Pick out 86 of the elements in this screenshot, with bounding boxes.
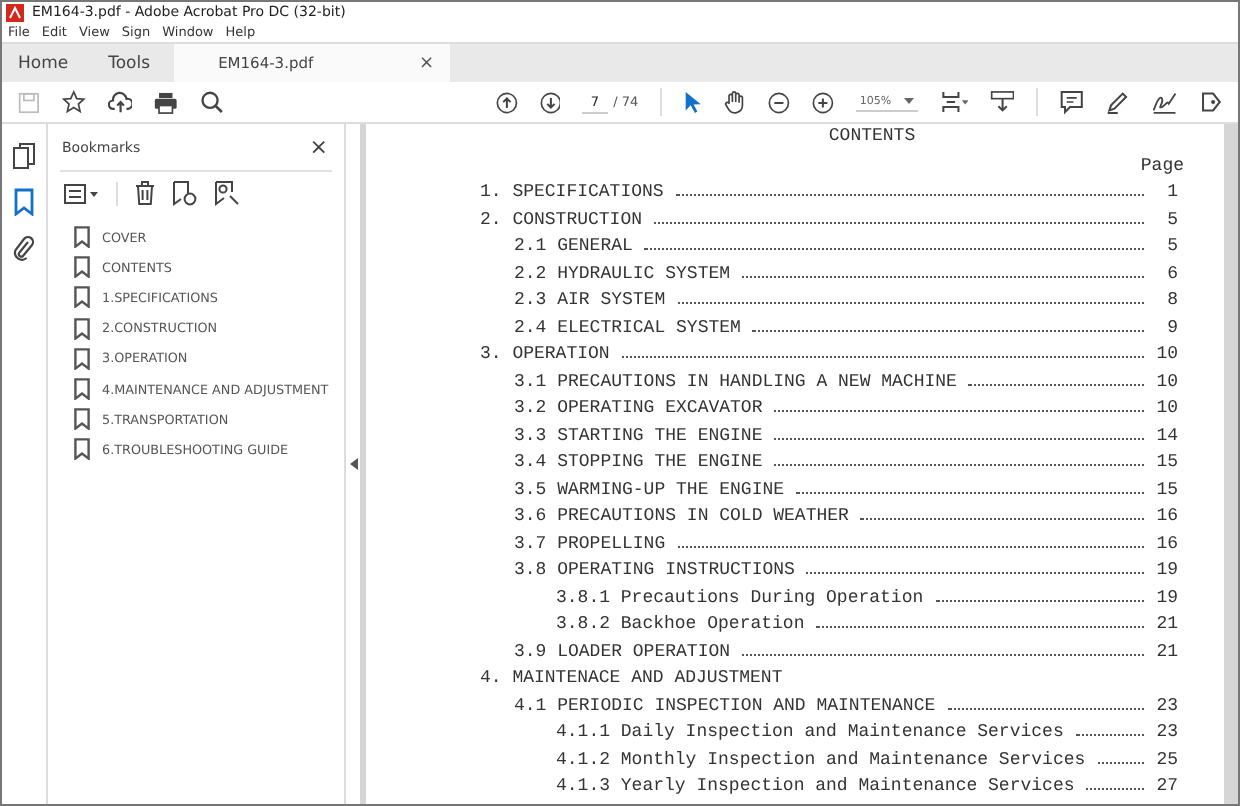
toc-page-number: 14 xyxy=(1154,423,1180,449)
toc-entry-title: 3.6 PRECAUTIONS IN COLD WEATHER xyxy=(514,504,849,530)
next-page-icon[interactable] xyxy=(539,89,561,115)
toc-entry-title: 2.2 HYDRAULIC SYSTEM xyxy=(514,261,731,287)
zoom-in-icon[interactable] xyxy=(811,89,834,115)
toc-entry-title: 4.1 PERIODIC INSPECTION AND MAINTENANCE xyxy=(514,693,936,719)
toc-page-number: 10 xyxy=(1154,369,1180,395)
toc-page-number: 5 xyxy=(1165,207,1180,233)
toc-page-number: 21 xyxy=(1154,612,1180,638)
nav-tab[interactable]: Tools xyxy=(92,44,175,82)
toc-entry-title: 2.3 AIR SYSTEM xyxy=(514,288,666,314)
add-bookmark-icon[interactable] xyxy=(172,180,198,206)
toc-entry-title: 2.4 ELECTRICAL SYSTEM xyxy=(514,315,741,341)
toc-entry-title: 4. MAINTENACE AND ADJUSTMENT xyxy=(480,666,783,692)
comment-icon[interactable] xyxy=(1060,88,1084,116)
paperclip-icon[interactable] xyxy=(12,234,36,262)
pen-icon[interactable] xyxy=(1105,88,1130,116)
bookmark-icon xyxy=(74,408,90,431)
toc-page-number: 25 xyxy=(1154,747,1180,773)
bookmark-search-icon[interactable] xyxy=(214,180,240,206)
toc-page-number: 16 xyxy=(1154,504,1180,530)
toc-page-number: 23 xyxy=(1154,720,1180,746)
toc-page-number: 9 xyxy=(1165,315,1180,341)
bookmark-icon xyxy=(74,226,90,249)
toc-page-number: 21 xyxy=(1154,639,1180,665)
nav-tab[interactable]: Home xyxy=(2,44,93,82)
toc-page-number: 15 xyxy=(1154,450,1180,476)
toc-entry-title: 4.1.1 Daily Inspection and Maintenance Services xyxy=(556,720,1064,746)
toc-page-number: 15 xyxy=(1154,477,1180,503)
toc-page-number: 10 xyxy=(1154,396,1180,422)
bookmark-icon xyxy=(74,256,90,279)
options-menu-icon[interactable] xyxy=(64,183,100,203)
toc-page-number: 27 xyxy=(1154,774,1180,800)
toc-entry-title: 3.8.2 Backhoe Operation xyxy=(556,612,805,638)
signature-icon[interactable] xyxy=(1151,88,1177,116)
toc-entry-title: 3.9 LOADER OPERATION xyxy=(514,639,731,665)
toc-page-number: 19 xyxy=(1154,558,1180,584)
star-icon[interactable] xyxy=(61,88,86,116)
bookmark-icon xyxy=(74,438,90,461)
toc-entry-title: 1. SPECIFICATIONS xyxy=(480,180,664,206)
toc-page-number: 6 xyxy=(1165,261,1180,287)
toc-entry-title: 4.1.2 Monthly Inspection and Maintenance Services xyxy=(556,747,1086,773)
previous-page-icon[interactable] xyxy=(495,89,518,115)
toc-entry-title: 3.7 PROPELLING xyxy=(514,531,666,557)
page-column-heading: Page xyxy=(1140,154,1184,180)
toc-entry-title: 3.8 OPERATING INSTRUCTIONS xyxy=(514,558,795,584)
toc-entry-title: 3. OPERATION xyxy=(480,342,610,368)
stamp-icon[interactable] xyxy=(1198,88,1223,116)
dot-leader xyxy=(1086,788,1144,790)
close-panel-button[interactable]: × xyxy=(309,134,328,160)
toc-entry-title: 3.2 OPERATING EXCAVATOR xyxy=(514,396,763,422)
toc-entry-title: 3.1 PRECAUTIONS IN HANDLING A NEW MACHINE xyxy=(514,369,957,395)
cloud-upload-icon[interactable] xyxy=(107,89,133,115)
bookmark-icon xyxy=(74,317,90,340)
bookmark-icon[interactable] xyxy=(14,188,34,216)
zoom-out-icon[interactable] xyxy=(768,89,790,115)
toc-entry-title: 3.3 STARTING THE ENGINE xyxy=(514,423,763,449)
print-icon[interactable] xyxy=(154,89,178,115)
toc-page-number: 8 xyxy=(1165,288,1180,314)
toc-page-number: 5 xyxy=(1165,234,1180,260)
bookmark-icon xyxy=(74,347,90,370)
bookmark-icon xyxy=(74,286,90,309)
toc-entry-title: 3.4 STOPPING THE ENGINE xyxy=(514,450,763,476)
scroll-mode-icon[interactable] xyxy=(989,88,1015,116)
toc-entry-title: 3.8.1 Precautions During Operation xyxy=(556,585,924,611)
toc-page-number: 23 xyxy=(1154,693,1180,719)
close-tab-button[interactable]: × xyxy=(419,53,435,73)
page-fit-icon[interactable] xyxy=(939,88,968,116)
pointer-icon[interactable] xyxy=(683,88,703,116)
pages-icon[interactable] xyxy=(12,142,36,170)
contents-heading: CONTENTS xyxy=(826,124,918,150)
toc-entry-title: 2. CONSTRUCTION xyxy=(480,207,643,233)
dot-leader xyxy=(1097,761,1144,763)
toc-page-number: 16 xyxy=(1154,531,1180,557)
search-icon[interactable] xyxy=(199,88,224,116)
dot-leader xyxy=(1075,734,1144,736)
toc-entry-title: 3.5 WARMING-UP THE ENGINE xyxy=(514,477,785,503)
hand-icon[interactable] xyxy=(724,88,747,116)
toc-entry-title: 2.1 GENERAL xyxy=(514,234,633,260)
bookmark-icon xyxy=(74,378,90,401)
caret-icon xyxy=(903,98,914,104)
trash-icon[interactable] xyxy=(134,180,156,206)
toc-page-number: 19 xyxy=(1154,585,1180,611)
toc-page-number: 10 xyxy=(1154,342,1180,368)
toc-entry-title: 4.1.3 Yearly Inspection and Maintenance Services xyxy=(556,774,1075,800)
toc-page-number: 1 xyxy=(1165,180,1180,206)
